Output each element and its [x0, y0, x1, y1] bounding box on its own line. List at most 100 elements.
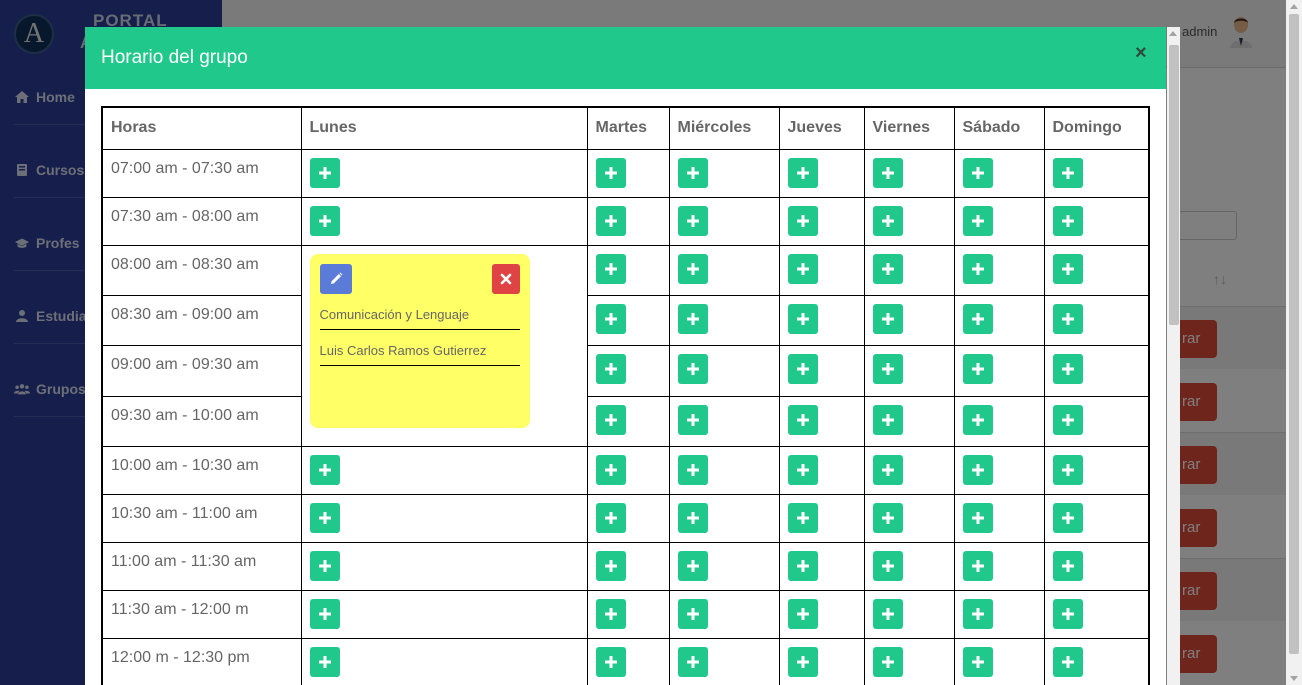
- add-class-button[interactable]: [962, 303, 993, 334]
- plus-icon: [1061, 312, 1074, 325]
- add-class-button[interactable]: [595, 550, 626, 581]
- add-class-button[interactable]: [872, 353, 903, 384]
- add-class-button[interactable]: [677, 157, 708, 188]
- add-class-button[interactable]: [1052, 598, 1083, 629]
- add-class-button[interactable]: [595, 253, 626, 284]
- add-class-button[interactable]: [1052, 646, 1083, 677]
- schedule-cell: [953, 445, 1045, 495]
- scroll-up-icon[interactable]: [1290, 4, 1298, 9]
- add-class-button[interactable]: [872, 303, 903, 334]
- add-class-button[interactable]: [872, 404, 903, 435]
- add-class-button[interactable]: [677, 598, 708, 629]
- add-class-button[interactable]: [1052, 353, 1083, 384]
- add-class-button[interactable]: [962, 205, 993, 236]
- add-class-button[interactable]: [787, 303, 818, 334]
- header-martes: Martes: [586, 106, 670, 150]
- add-class-button[interactable]: [309, 205, 340, 236]
- add-class-button[interactable]: [595, 598, 626, 629]
- add-class-button[interactable]: [677, 303, 708, 334]
- scrollbar-thumb[interactable]: [1289, 14, 1299, 654]
- scroll-down-icon[interactable]: [1290, 676, 1298, 681]
- add-class-button[interactable]: [962, 454, 993, 485]
- add-class-button[interactable]: [309, 157, 340, 188]
- scrollbar-thumb[interactable]: [1169, 45, 1179, 325]
- add-class-button[interactable]: [962, 502, 993, 533]
- edit-button[interactable]: [319, 263, 352, 294]
- add-class-button[interactable]: [677, 454, 708, 485]
- plus-icon: [604, 413, 617, 426]
- add-class-button[interactable]: [1052, 157, 1083, 188]
- hour-cell: 10:30 am - 11:00 am: [101, 493, 302, 543]
- add-class-button[interactable]: [872, 253, 903, 284]
- plus-icon: [971, 413, 984, 426]
- add-class-button[interactable]: [677, 253, 708, 284]
- schedule-cell: [1043, 148, 1150, 198]
- add-class-button[interactable]: [872, 454, 903, 485]
- add-class-button[interactable]: [962, 550, 993, 581]
- add-class-button[interactable]: [962, 646, 993, 677]
- add-class-button[interactable]: [595, 646, 626, 677]
- add-class-button[interactable]: [787, 646, 818, 677]
- scroll-up-icon[interactable]: [1169, 31, 1177, 36]
- delete-button[interactable]: [491, 263, 520, 294]
- schedule-cell: [300, 637, 588, 685]
- add-class-button[interactable]: [962, 253, 993, 284]
- modal-scrollbar[interactable]: [1167, 27, 1180, 685]
- add-class-button[interactable]: [595, 454, 626, 485]
- add-class-button[interactable]: [677, 646, 708, 677]
- add-class-button[interactable]: [787, 454, 818, 485]
- plus-icon: [686, 511, 699, 524]
- add-class-button[interactable]: [872, 205, 903, 236]
- add-class-button[interactable]: [595, 502, 626, 533]
- add-class-button[interactable]: [1052, 502, 1083, 533]
- add-class-button[interactable]: [787, 550, 818, 581]
- add-class-button[interactable]: [677, 205, 708, 236]
- plus-icon: [318, 214, 331, 227]
- add-class-button[interactable]: [787, 502, 818, 533]
- add-class-button[interactable]: [962, 353, 993, 384]
- add-class-button[interactable]: [1052, 205, 1083, 236]
- hour-cell: 10:00 am - 10:30 am: [101, 445, 302, 495]
- add-class-button[interactable]: [677, 502, 708, 533]
- add-class-button[interactable]: [595, 303, 626, 334]
- class-event-card[interactable]: Comunicación y Lenguaje Luis Carlos Ramos…: [309, 253, 530, 428]
- add-class-button[interactable]: [787, 253, 818, 284]
- add-class-button[interactable]: [787, 205, 818, 236]
- close-button[interactable]: ×: [1135, 42, 1147, 65]
- add-class-button[interactable]: [962, 157, 993, 188]
- add-class-button[interactable]: [309, 598, 340, 629]
- add-class-button[interactable]: [1052, 253, 1083, 284]
- schedule-cell: [586, 493, 670, 543]
- add-class-button[interactable]: [962, 598, 993, 629]
- add-class-button[interactable]: [1052, 550, 1083, 581]
- add-class-button[interactable]: [595, 353, 626, 384]
- add-class-button[interactable]: [962, 404, 993, 435]
- add-class-button[interactable]: [595, 205, 626, 236]
- add-class-button[interactable]: [872, 550, 903, 581]
- schedule-cell: [863, 148, 955, 198]
- add-class-button[interactable]: [677, 353, 708, 384]
- add-class-button[interactable]: [787, 598, 818, 629]
- add-class-button[interactable]: [309, 646, 340, 677]
- add-class-button[interactable]: [309, 454, 340, 485]
- add-class-button[interactable]: [1052, 404, 1083, 435]
- plus-icon: [971, 463, 984, 476]
- add-class-button[interactable]: [595, 404, 626, 435]
- schedule-cell: [586, 244, 670, 296]
- add-class-button[interactable]: [872, 646, 903, 677]
- add-class-button[interactable]: [787, 404, 818, 435]
- add-class-button[interactable]: [677, 404, 708, 435]
- event-course: Comunicación y Lenguaje: [319, 307, 520, 330]
- add-class-button[interactable]: [1052, 454, 1083, 485]
- add-class-button[interactable]: [872, 502, 903, 533]
- add-class-button[interactable]: [677, 550, 708, 581]
- add-class-button[interactable]: [787, 157, 818, 188]
- add-class-button[interactable]: [595, 157, 626, 188]
- add-class-button[interactable]: [1052, 303, 1083, 334]
- add-class-button[interactable]: [309, 550, 340, 581]
- page-scrollbar[interactable]: [1286, 0, 1302, 685]
- add-class-button[interactable]: [787, 353, 818, 384]
- add-class-button[interactable]: [872, 157, 903, 188]
- add-class-button[interactable]: [872, 598, 903, 629]
- add-class-button[interactable]: [309, 502, 340, 533]
